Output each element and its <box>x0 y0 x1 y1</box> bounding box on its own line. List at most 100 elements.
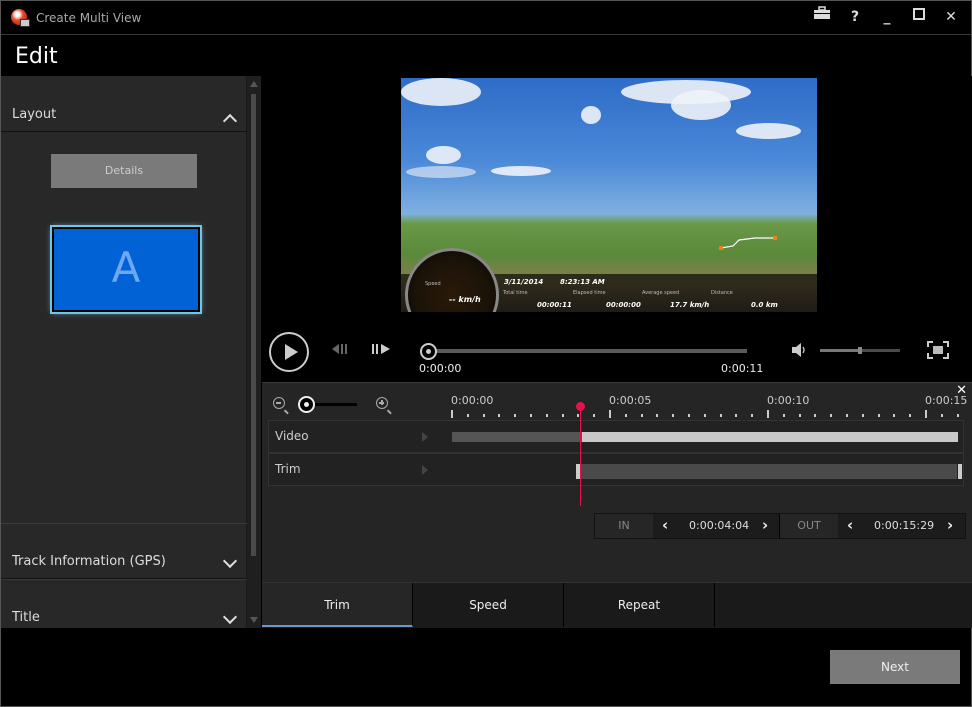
current-time: 0:00:00 <box>419 362 462 375</box>
page-header: Edit <box>1 36 971 76</box>
prev-frame-icon[interactable] <box>332 343 350 358</box>
ruler-tick <box>877 414 880 417</box>
ruler-tick <box>782 414 785 417</box>
volume-icon[interactable] <box>792 343 808 360</box>
section-track-info[interactable]: Track Information (GPS) <box>1 523 247 579</box>
fullscreen-icon[interactable] <box>927 341 949 362</box>
sidebar: Layout Details A Track Information (GPS)… <box>1 76 247 628</box>
ruler-tick <box>814 414 817 417</box>
maximize-icon[interactable] <box>906 6 932 28</box>
playhead-handle[interactable] <box>576 402 585 411</box>
next-frame-icon[interactable] <box>372 343 390 358</box>
section-title[interactable]: Title <box>1 579 247 635</box>
ruler-tick <box>830 414 833 417</box>
section-label: Track Information (GPS) <box>12 554 166 569</box>
seek-knob[interactable] <box>420 343 437 360</box>
section-layout[interactable]: Layout <box>1 76 247 132</box>
elapsed-time: 00:00:00 <box>606 301 641 309</box>
seek-bar[interactable] <box>427 349 747 353</box>
section-label: Title <box>12 610 40 625</box>
video-clip-trimmed <box>452 432 582 442</box>
ruler-tick <box>451 410 453 418</box>
expand-arrow-icon[interactable] <box>422 465 428 475</box>
chevron-up-icon[interactable] <box>222 113 238 129</box>
scroll-down-arrow-icon[interactable] <box>250 617 258 623</box>
overlay-date: 3/11/2014 <box>504 278 544 286</box>
zoom-slider-knob[interactable] <box>298 396 315 413</box>
scroll-up-arrow-icon[interactable] <box>250 81 258 87</box>
volume-knob[interactable] <box>858 347 862 354</box>
ruler-tick <box>530 414 532 417</box>
ruler-tick <box>609 410 611 418</box>
close-icon[interactable]: ✕ <box>938 6 964 28</box>
title-bar: Create Multi View ? _ ✕ <box>1 1 971 35</box>
toolbox-icon[interactable] <box>809 6 835 28</box>
ruler-tick <box>688 414 690 417</box>
track-name: Video <box>275 429 309 443</box>
zoom-out-icon[interactable] <box>273 397 285 409</box>
tab-speed[interactable]: Speed <box>413 583 564 627</box>
ruler-tick <box>466 414 469 417</box>
total-time-label: Total time <box>503 290 528 296</box>
out-label: OUT <box>780 514 838 538</box>
help-icon[interactable]: ? <box>842 6 868 28</box>
speed-label: Speed <box>425 281 441 287</box>
ruler-tick <box>498 414 501 417</box>
ruler-label: 0:00:15 <box>925 394 968 407</box>
layout-option-a[interactable]: A <box>50 225 202 314</box>
in-label: IN <box>595 514 653 538</box>
track-name: Trim <box>275 462 301 476</box>
avg-speed-label: Average speed <box>642 290 680 296</box>
ruler-tick <box>545 414 548 417</box>
ruler-tick <box>577 414 580 417</box>
ruler-label: 0:00:05 <box>609 394 652 407</box>
track-row-video: Video <box>268 420 964 453</box>
ruler-tick <box>767 410 769 418</box>
video-frame[interactable]: Speed -- km/h 3/11/2014 8:23:13 AM Total… <box>401 78 817 312</box>
tab-trim[interactable]: Trim <box>262 583 413 627</box>
timeline-panel: ✕ Video Trim IN ‹ 0:00:04:04 › OUT ‹ 0:0… <box>262 382 972 582</box>
video-clip-active[interactable] <box>582 432 958 442</box>
zoom-in-icon[interactable] <box>376 397 388 409</box>
track-row-trim: Trim <box>268 453 964 486</box>
out-prev-button[interactable]: ‹ <box>847 516 853 534</box>
next-button[interactable]: Next <box>830 650 960 684</box>
page-title: Edit <box>15 44 58 69</box>
details-button[interactable]: Details <box>51 154 197 188</box>
out-value[interactable]: 0:00:15:29 <box>874 519 934 532</box>
tab-repeat[interactable]: Repeat <box>564 583 715 627</box>
sidebar-scrollbar[interactable] <box>247 76 261 628</box>
chevron-down-icon[interactable] <box>222 553 238 569</box>
ruler-label: 0:00:10 <box>767 394 810 407</box>
scroll-thumb[interactable] <box>251 94 256 556</box>
edit-tabs: Trim Speed Repeat <box>262 582 972 628</box>
out-next-button[interactable]: › <box>947 516 953 534</box>
ruler-tick <box>640 414 643 417</box>
duration: 0:00:11 <box>721 362 764 375</box>
elapsed-time-label: Elapsed time <box>573 290 606 296</box>
avg-speed: 17.7 km/h <box>670 301 710 309</box>
ruler-tick <box>846 414 848 417</box>
trim-range[interactable] <box>580 464 957 479</box>
ruler-tick <box>751 414 754 417</box>
playhead-line <box>580 408 581 506</box>
distance: 0.0 km <box>751 301 778 309</box>
footer: Next <box>1 628 971 706</box>
in-prev-button[interactable]: ‹ <box>662 516 668 534</box>
expand-arrow-icon[interactable] <box>422 432 428 442</box>
play-button[interactable] <box>269 332 309 372</box>
ruler-tick <box>514 414 517 417</box>
trim-out-handle[interactable] <box>958 464 962 479</box>
minimize-icon[interactable]: _ <box>874 6 900 28</box>
ruler-tick <box>798 414 801 417</box>
total-time: 00:00:11 <box>537 301 572 309</box>
ruler-tick <box>735 414 738 417</box>
gps-track-map <box>719 236 777 250</box>
ruler-tick <box>561 414 564 417</box>
ruler-tick <box>956 414 959 417</box>
speed-value: -- km/h <box>449 295 481 304</box>
chevron-down-icon[interactable] <box>222 609 238 625</box>
in-next-button[interactable]: › <box>762 516 768 534</box>
window-title: Create Multi View <box>36 11 142 25</box>
in-value[interactable]: 0:00:04:04 <box>689 519 749 532</box>
